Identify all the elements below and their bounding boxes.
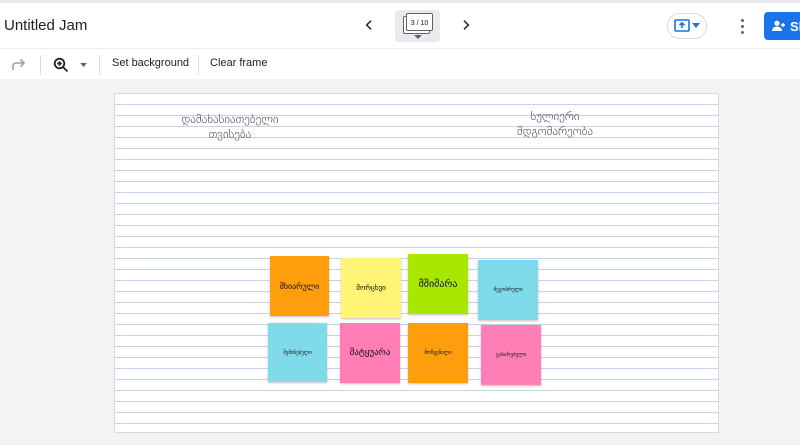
share-label: Sh [790, 18, 800, 34]
chevron-right-icon [463, 20, 470, 30]
sticky-note[interactable]: მშიშარა [408, 254, 468, 314]
app-header: Untitled Jam 3 / 10 Sh [0, 3, 800, 48]
sticky-note-label: მატყუარა [349, 348, 391, 358]
frame-counter: 3 / 10 [410, 20, 429, 27]
sticky-note-label: მოწყენილი [424, 350, 452, 356]
sticky-note-label: მორცხვი [356, 284, 386, 292]
zoom-button[interactable] [52, 56, 70, 74]
heading-right-line2: მდგომარეობა [517, 124, 593, 138]
previous-frame-button[interactable] [357, 13, 381, 37]
redo-icon [12, 58, 26, 70]
zoom-dropdown[interactable] [77, 56, 89, 74]
more-vert-icon [740, 18, 744, 22]
toolbar-divider [198, 55, 199, 75]
sticky-note-label: გახარებული [495, 352, 527, 358]
frame-selector-button[interactable]: 3 / 10 [395, 10, 440, 42]
person-add-icon [772, 20, 785, 31]
sticky-note-label: შემინებული [283, 349, 312, 356]
zoom-icon [53, 57, 69, 73]
share-button[interactable]: Sh [764, 12, 800, 40]
frame-caret-icon [414, 35, 422, 39]
toolbar-divider [99, 55, 100, 75]
canvas-heading-right[interactable]: სულიერი მდგომარეობა [480, 109, 630, 139]
redo-button[interactable] [9, 56, 27, 74]
document-title[interactable]: Untitled Jam [4, 17, 87, 34]
heading-left-line1: დამახასიათებელი [181, 112, 279, 126]
present-icon [674, 19, 690, 32]
heading-right-line1: სულიერი [530, 109, 580, 123]
toolbar: Set background Clear frame [0, 48, 800, 79]
sticky-note[interactable]: შემინებული [268, 323, 327, 382]
sticky-note[interactable]: მატყუარა [340, 323, 400, 383]
chevron-down-icon [79, 62, 87, 67]
set-background-button[interactable]: Set background [112, 57, 189, 69]
sticky-note[interactable]: მეგობრული [478, 260, 538, 320]
toolbar-divider [40, 55, 41, 75]
sticky-note-label: მშიშარა [418, 278, 458, 290]
sticky-note[interactable]: მხიარული [270, 256, 329, 316]
clear-frame-button[interactable]: Clear frame [210, 57, 267, 69]
sticky-note[interactable]: გახარებული [481, 325, 541, 385]
sticky-note[interactable]: მოწყენილი [408, 323, 468, 383]
jam-canvas[interactable]: დამახასიათებელი თვისება სულიერი მდგომარე… [114, 93, 719, 433]
heading-left-line2: თვისება [208, 127, 252, 141]
chevron-down-icon [692, 23, 700, 28]
sticky-note[interactable]: მორცხვი [341, 258, 401, 318]
present-button[interactable] [667, 13, 707, 39]
next-frame-button[interactable] [454, 13, 478, 37]
chevron-left-icon [365, 20, 372, 30]
canvas-heading-left[interactable]: დამახასიათებელი თვისება [155, 112, 305, 142]
sticky-note-label: მხიარული [279, 281, 320, 291]
more-options-button[interactable] [733, 15, 751, 37]
sticky-note-label: მეგობრული [493, 287, 523, 293]
